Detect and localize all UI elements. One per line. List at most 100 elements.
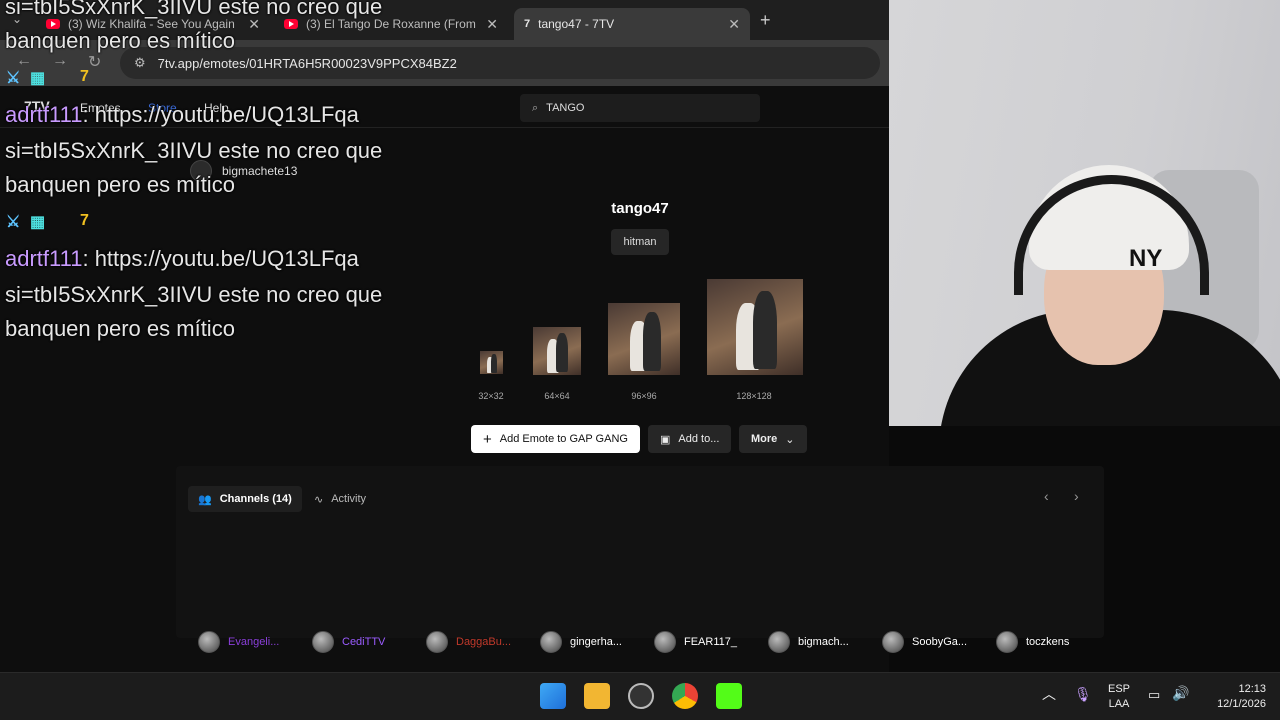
windows-taskbar: ︿ 🎙 ESP LAA ▭ 🔊 12:13 12/1/2026: [0, 672, 1280, 720]
size-label: 96×96: [631, 391, 657, 401]
search-input[interactable]: ⌕ TANGO: [520, 94, 760, 122]
site-info-icon[interactable]: ⚙: [134, 55, 146, 71]
tab-activity-label: Activity: [331, 493, 367, 505]
nav-store[interactable]: Store: [148, 101, 177, 115]
tab-search-chevron-icon[interactable]: ⌄: [12, 12, 22, 26]
chrome-icon[interactable]: [672, 683, 698, 709]
kick-icon[interactable]: [716, 683, 742, 709]
add-to-label: Add to...: [678, 433, 720, 445]
7tv-favicon-icon: 7: [524, 18, 531, 30]
add-emote-label: Add Emote to GAP GANG: [499, 433, 628, 445]
forward-arrow-icon[interactable]: →: [52, 52, 68, 70]
avatar: [540, 631, 562, 653]
emote-preview-128: [707, 279, 803, 375]
channel-item[interactable]: bigmach...: [768, 631, 849, 653]
avatar: [654, 631, 676, 653]
tab-7tv[interactable]: 7 tango47 - 7TV ✕: [514, 8, 750, 40]
tab-wiz-khalifa[interactable]: (3) Wiz Khalifa - See You Again ✕: [36, 8, 270, 40]
avatar: [426, 631, 448, 653]
windows-start-icon[interactable]: [540, 683, 566, 709]
avatar: [190, 160, 212, 182]
close-tab-icon[interactable]: ✕: [486, 16, 498, 33]
ny-logo-icon: NY: [1129, 245, 1163, 272]
close-tab-icon[interactable]: ✕: [728, 16, 740, 33]
network-icon[interactable]: ▭: [1148, 687, 1160, 702]
microphone-icon[interactable]: 🎙: [1074, 687, 1092, 702]
search-icon: ⌕: [532, 101, 539, 114]
browser-tabbar: ⌄ (3) Wiz Khalifa - See You Again ✕ (3) …: [0, 0, 889, 40]
avatar: [882, 631, 904, 653]
channel-item[interactable]: gingerha...: [540, 631, 622, 653]
channel-name: Evangeli...: [228, 636, 280, 648]
next-page-icon[interactable]: ›: [1074, 488, 1079, 504]
file-explorer-icon[interactable]: [584, 683, 610, 709]
search-value: TANGO: [546, 102, 585, 114]
avatar: [768, 631, 790, 653]
date: 12/1/2026: [1217, 698, 1266, 710]
channel-name: DaggaBu...: [456, 636, 512, 648]
browser-toolbar: ← → ↻ ⚙ 7tv.app/emotes/01HRTA6H5R00023V9…: [0, 40, 889, 86]
channel-item[interactable]: CediTTV: [312, 631, 385, 653]
layout-code: LAA: [1108, 698, 1130, 710]
channel-item[interactable]: SoobyGa...: [882, 631, 967, 653]
emote-title: tango47: [611, 200, 669, 217]
emote-tag[interactable]: hitman: [611, 229, 669, 255]
back-arrow-icon[interactable]: ←: [16, 52, 32, 70]
7tv-page: 7TV Emotes Store Help ⌕ TANGO bigmachete…: [0, 86, 1104, 703]
size-label: 32×32: [478, 391, 504, 401]
tab-title: tango47 - 7TV: [538, 17, 615, 31]
channel-name: SoobyGa...: [912, 636, 968, 648]
channel-item[interactable]: DaggaBu...: [426, 631, 511, 653]
size-label: 128×128: [736, 391, 772, 401]
channel-name: gingerha...: [570, 636, 622, 648]
youtube-icon: [284, 19, 298, 29]
channel-item[interactable]: Evangeli...: [198, 631, 279, 653]
lang-code: ESP: [1107, 683, 1130, 695]
channel-name: bigmach...: [798, 636, 849, 648]
nav-help[interactable]: Help: [204, 101, 229, 115]
tab-el-tango[interactable]: (3) El Tango De Roxanne (From ✕: [274, 8, 508, 40]
channel-name: FEAR117_: [684, 636, 737, 648]
tab-title: (3) El Tango De Roxanne (From: [306, 17, 476, 31]
users-icon: 👥: [198, 493, 212, 506]
youtube-icon: [46, 19, 60, 29]
tab-title: (3) Wiz Khalifa - See You Again: [68, 17, 235, 31]
channels-panel: 👥 Channels (14) ∿ Activity ‹ › Evangeli.…: [176, 466, 1104, 703]
screen: ⌄ (3) Wiz Khalifa - See You Again ✕ (3) …: [0, 0, 1280, 720]
channel-item[interactable]: toczkens: [996, 631, 1069, 653]
avatar: [312, 631, 334, 653]
chevron-down-icon: ⌄: [785, 433, 795, 446]
close-tab-icon[interactable]: ✕: [248, 16, 260, 33]
tab-channels-label: Channels (14): [219, 493, 292, 505]
emote-preview-32: [480, 351, 503, 374]
nav-emotes[interactable]: Emotes: [80, 101, 121, 115]
add-to-button[interactable]: ▣ Add to...: [648, 425, 732, 453]
add-emote-button[interactable]: + Add Emote to GAP GANG: [471, 425, 640, 453]
obs-icon[interactable]: [628, 683, 654, 709]
show-hidden-icons-chevron-icon[interactable]: ︿: [1042, 687, 1056, 702]
folder-plus-icon: ▣: [660, 433, 671, 446]
7tv-logo[interactable]: 7TV: [24, 98, 50, 114]
volume-icon[interactable]: 🔊: [1172, 686, 1189, 701]
emote-preview-96: [608, 303, 680, 375]
emote-owner[interactable]: bigmachete13: [190, 160, 297, 182]
channel-name: CediTTV: [342, 636, 386, 648]
new-tab-plus-icon[interactable]: +: [760, 10, 771, 31]
url-text: 7tv.app/emotes/01HRTA6H5R00023V9PPCX84BZ…: [157, 55, 457, 71]
reload-icon[interactable]: ↻: [88, 52, 101, 72]
activity-icon: ∿: [314, 493, 324, 506]
input-language[interactable]: ESP LAA: [1106, 682, 1132, 712]
plus-icon: +: [483, 430, 492, 448]
more-button[interactable]: More ⌄: [739, 425, 807, 453]
webcam-feed: NY: [889, 0, 1280, 426]
tab-channels[interactable]: 👥 Channels (14): [188, 486, 302, 512]
emote-preview-64: [533, 327, 581, 375]
time: 12:13: [1238, 683, 1266, 695]
clock[interactable]: 12:13 12/1/2026: [1200, 682, 1266, 712]
address-bar[interactable]: ⚙ 7tv.app/emotes/01HRTA6H5R00023V9PPCX84…: [120, 47, 880, 79]
prev-page-icon[interactable]: ‹: [1044, 488, 1049, 504]
channel-name: toczkens: [1026, 636, 1070, 648]
avatar: [996, 631, 1018, 653]
tab-activity[interactable]: ∿ Activity: [304, 486, 376, 512]
channel-item[interactable]: FEAR117_: [654, 631, 737, 653]
